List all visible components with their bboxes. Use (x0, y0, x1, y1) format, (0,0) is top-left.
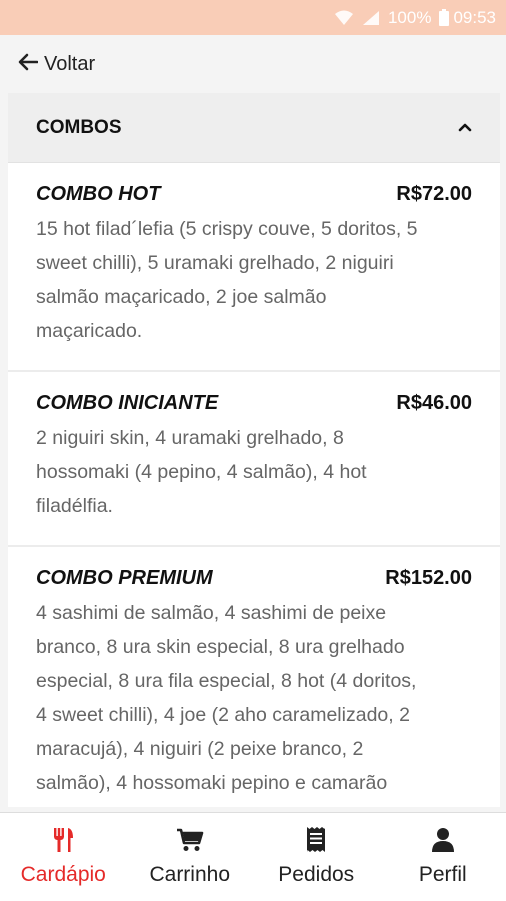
item-name: COMBO HOT (36, 183, 160, 206)
menu-item-combo-hot[interactable]: COMBO HOT R$72.00 15 hot filad´lefia (5 … (8, 163, 500, 372)
back-label: Voltar (44, 53, 95, 76)
tab-pedidos[interactable]: Pedidos (253, 813, 380, 901)
chevron-up-icon (458, 119, 472, 137)
battery-icon (439, 9, 449, 26)
wifi-icon (334, 10, 354, 26)
tab-label: Perfil (419, 863, 467, 887)
tab-cardapio[interactable]: Cardápio (0, 813, 127, 901)
tab-perfil[interactable]: Perfil (380, 813, 506, 901)
item-price: R$46.00 (396, 392, 472, 415)
item-price: R$72.00 (396, 183, 472, 206)
tab-label: Carrinho (149, 863, 230, 887)
signal-icon (362, 10, 380, 26)
item-description: 2 niguiri skin, 4 uramaki grelhado, 8 ho… (36, 421, 472, 523)
top-nav: Voltar (0, 35, 506, 93)
tab-label: Cardápio (21, 863, 106, 887)
menu-content: COMBOS COMBO HOT R$72.00 15 hot filad´le… (8, 93, 500, 807)
receipt-icon (305, 825, 327, 855)
cart-icon (176, 825, 204, 855)
bottom-tab-bar: Cardápio Carrinho Pedidos (0, 812, 506, 901)
status-time: 09:53 (453, 8, 496, 28)
utensils-icon (51, 825, 75, 855)
menu-item-combo-premium[interactable]: COMBO PREMIUM R$152.00 4 sashimi de salm… (8, 547, 500, 807)
item-name: COMBO INICIANTE (36, 392, 218, 415)
item-description: 4 sashimi de salmão, 4 sashimi de peixe … (36, 596, 472, 800)
status-bar: 100% 09:53 (0, 0, 506, 35)
section-header-combos[interactable]: COMBOS (8, 93, 500, 163)
section-title: COMBOS (36, 117, 122, 139)
tab-label: Pedidos (278, 863, 354, 887)
item-name: COMBO PREMIUM (36, 567, 213, 590)
back-button[interactable]: Voltar (18, 53, 95, 76)
user-icon (431, 825, 455, 855)
battery-percent: 100% (388, 8, 431, 28)
item-price: R$152.00 (385, 567, 472, 590)
item-description: 15 hot filad´lefia (5 crispy couve, 5 do… (36, 212, 472, 348)
arrow-left-icon (18, 53, 38, 76)
tab-carrinho[interactable]: Carrinho (127, 813, 254, 901)
menu-item-combo-iniciante[interactable]: COMBO INICIANTE R$46.00 2 niguiri skin, … (8, 372, 500, 547)
